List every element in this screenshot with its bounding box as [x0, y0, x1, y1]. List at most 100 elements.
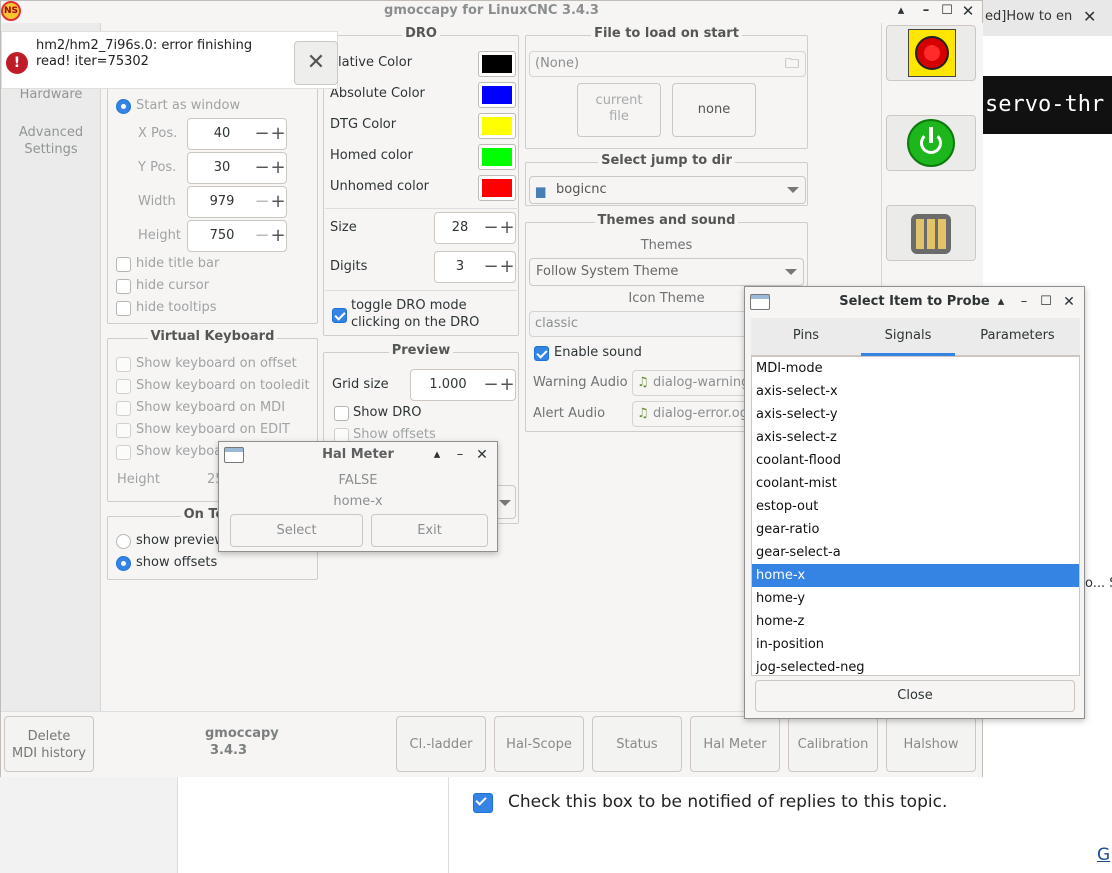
minimize-icon[interactable]: – — [1016, 294, 1032, 310]
notify-checkbox[interactable] — [473, 793, 493, 813]
minus-icon[interactable]: − — [483, 252, 499, 282]
plus-icon[interactable]: + — [270, 187, 286, 217]
file-load-chooser[interactable]: (None) 🗀 — [529, 51, 806, 77]
height-spinner[interactable]: 750 − + — [187, 220, 287, 252]
forum-link[interactable]: G — [1097, 845, 1110, 865]
enable-sound-checkbox[interactable] — [534, 346, 549, 361]
minus-icon[interactable]: − — [254, 119, 270, 149]
maximize-icon[interactable]: ☐ — [939, 3, 955, 19]
close-icon[interactable]: ✕ — [474, 447, 490, 463]
minus-icon[interactable]: − — [483, 213, 499, 243]
tab-close-icon[interactable]: ✕ — [1083, 7, 1096, 26]
machine-power-button[interactable] — [886, 115, 976, 171]
relative-color-button[interactable] — [478, 51, 516, 77]
status-button[interactable]: Status — [592, 716, 682, 772]
list-item[interactable]: estop-out — [752, 495, 1079, 518]
plus-icon[interactable]: + — [270, 221, 286, 251]
list-item[interactable]: in-position — [752, 633, 1079, 656]
list-item[interactable]: axis-select-y — [752, 403, 1079, 426]
show-preview-radio[interactable] — [116, 534, 131, 549]
notify-label: Check this box to be notified of replies… — [508, 792, 948, 812]
divider — [325, 290, 517, 291]
keyboard-tooledit-checkbox[interactable] — [116, 379, 131, 394]
close-icon[interactable]: ✕ — [1061, 294, 1077, 310]
classicladder-button[interactable]: Cl.-ladder — [396, 716, 486, 772]
show-offsets-radio[interactable] — [116, 556, 131, 571]
minus-icon[interactable]: − — [254, 221, 270, 251]
jump-dir-combo[interactable]: ▆ bogicnc — [529, 176, 806, 204]
x-pos-spinner[interactable]: 40 − + — [187, 118, 287, 150]
folder-icon[interactable]: 🗀 — [785, 52, 799, 76]
keyboard-mdi-checkbox[interactable] — [116, 401, 131, 416]
keyboard-offset-checkbox[interactable] — [116, 357, 131, 372]
hal-meter-select-button[interactable]: Select — [230, 514, 363, 547]
minus-icon[interactable]: − — [483, 370, 499, 400]
keyboard-edit-checkbox[interactable] — [116, 423, 131, 438]
minimize-icon[interactable]: – — [918, 3, 934, 19]
calibration-button[interactable]: Calibration — [788, 716, 878, 772]
chevron-up-icon[interactable]: ▴ — [429, 447, 445, 463]
dro-digits-spinner[interactable]: 3 − + — [434, 251, 516, 283]
maximize-icon[interactable]: ☐ — [1038, 294, 1054, 310]
themes-title: Themes and sound — [594, 213, 739, 228]
delete-mdi-history-button[interactable]: Delete MDI history — [4, 716, 94, 772]
halmeter-button[interactable]: Hal Meter — [690, 716, 780, 772]
list-item[interactable]: axis-select-x — [752, 380, 1079, 403]
emergency-stop-button[interactable] — [886, 25, 976, 81]
minus-icon[interactable]: − — [254, 187, 270, 217]
jog-pad-button[interactable] — [886, 205, 976, 261]
chevron-up-icon[interactable]: ▴ — [993, 294, 1009, 310]
list-item-selected[interactable]: home-x — [752, 564, 1079, 587]
hal-meter-signal: home-x — [333, 494, 383, 509]
browser-tab[interactable]: ed]How to en ✕ — [983, 0, 1112, 36]
plus-icon[interactable]: + — [270, 153, 286, 183]
error-close-button[interactable]: ✕ — [294, 41, 338, 85]
dro-size-spinner[interactable]: 28 − + — [434, 212, 516, 244]
halshow-button[interactable]: Halshow — [886, 716, 976, 772]
list-item[interactable]: coolant-flood — [752, 449, 1079, 472]
list-item[interactable]: MDI-mode — [752, 357, 1079, 380]
list-item[interactable]: home-z — [752, 610, 1079, 633]
hide-tooltips-checkbox[interactable] — [116, 301, 131, 316]
plus-icon[interactable]: + — [499, 370, 515, 400]
none-button[interactable]: none — [672, 83, 756, 137]
plus-icon[interactable]: + — [270, 119, 286, 149]
minus-icon[interactable]: − — [254, 153, 270, 183]
close-icon[interactable]: ✕ — [960, 3, 976, 19]
minimize-icon[interactable]: – — [452, 447, 468, 463]
sidebar-item-advanced[interactable]: Advanced — [1, 124, 101, 141]
list-item[interactable]: home-y — [752, 587, 1079, 610]
show-dro-checkbox[interactable] — [334, 406, 349, 421]
themes-combo[interactable]: Follow System Theme — [529, 258, 804, 286]
dtg-color-label: DTG Color — [330, 117, 397, 132]
halscope-button[interactable]: Hal-Scope — [494, 716, 584, 772]
keyboard-other-checkbox[interactable] — [116, 445, 131, 460]
tab-parameters[interactable]: Parameters — [955, 318, 1080, 356]
list-item[interactable]: axis-select-z — [752, 426, 1079, 449]
plus-icon[interactable]: + — [499, 252, 515, 282]
hide-cursor-label: hide cursor — [136, 278, 210, 293]
homed-color-button[interactable] — [478, 144, 516, 170]
list-item[interactable]: coolant-mist — [752, 472, 1079, 495]
grid-size-spinner[interactable]: 1.000 − + — [410, 369, 516, 401]
plus-icon[interactable]: + — [499, 213, 515, 243]
current-file-button[interactable]: current file — [577, 83, 661, 137]
list-item[interactable]: gear-ratio — [752, 518, 1079, 541]
list-item[interactable]: jog-selected-neg — [752, 656, 1079, 675]
hide-cursor-checkbox[interactable] — [116, 279, 131, 294]
start-as-window-radio[interactable] — [116, 99, 131, 114]
list-item[interactable]: gear-select-a — [752, 541, 1079, 564]
hide-title-bar-checkbox[interactable] — [116, 257, 131, 272]
absolute-color-button[interactable] — [478, 82, 516, 108]
chevron-up-icon[interactable]: ▴ — [893, 3, 909, 19]
hal-meter-exit-button[interactable]: Exit — [371, 514, 488, 547]
unhomed-color-button[interactable] — [478, 175, 516, 201]
tab-signals[interactable]: Signals — [861, 318, 955, 356]
toggle-dro-checkbox[interactable] — [332, 308, 347, 323]
width-spinner[interactable]: 979 − + — [187, 186, 287, 218]
sidebar-item-settings[interactable]: Settings — [1, 141, 101, 158]
y-pos-spinner[interactable]: 30 − + — [187, 152, 287, 184]
tab-pins[interactable]: Pins — [751, 318, 861, 356]
dtg-color-button[interactable] — [478, 113, 516, 139]
probe-close-button[interactable]: Close — [755, 680, 1075, 712]
